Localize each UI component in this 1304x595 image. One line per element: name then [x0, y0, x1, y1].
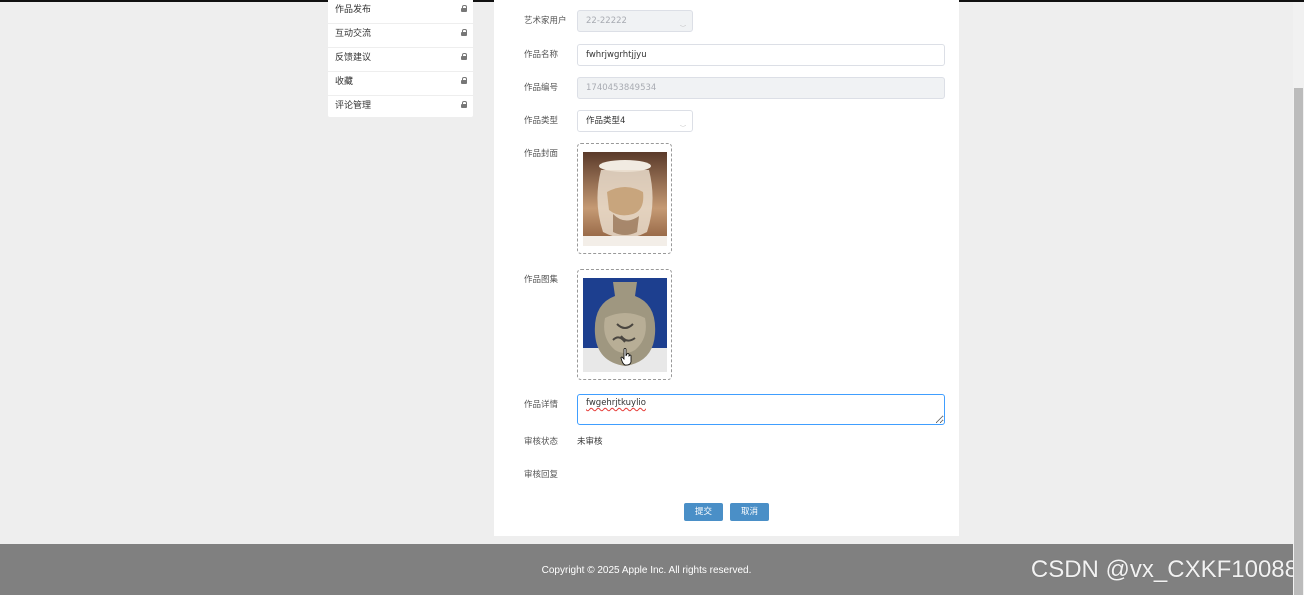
cancel-button[interactable]: 取消: [730, 503, 769, 521]
sidebar-item-comments[interactable]: 评论管理: [328, 96, 473, 119]
work-detail-textarea[interactable]: fwgehrjtkuylio: [577, 394, 945, 425]
lock-icon: [461, 101, 467, 109]
sidebar-menu: 作品发布 互动交流 反馈建议 收藏 评论管理: [328, 0, 473, 117]
work-cover-upload[interactable]: [577, 143, 672, 254]
scrollbar-thumb[interactable]: [1294, 88, 1303, 595]
work-gallery-upload[interactable]: [577, 269, 672, 380]
watermark-text: CSDN @vx_CXKF10088: [1030, 556, 1298, 583]
sidebar-item-favorites[interactable]: 收藏: [328, 72, 473, 96]
artist-user-value: 22-22222: [586, 16, 627, 26]
sidebar-item-feedback[interactable]: 反馈建议: [328, 48, 473, 72]
lock-icon: [461, 77, 467, 85]
work-name-value: fwhrjwgrhtjjyu: [586, 50, 647, 60]
chevron-down-icon: ⌵: [679, 123, 686, 129]
sidebar-item-interaction[interactable]: 互动交流: [328, 24, 473, 48]
sidebar-item-label: 反馈建议: [335, 53, 372, 63]
work-type-value: 作品类型4: [586, 116, 626, 126]
submit-button[interactable]: 提交: [684, 503, 723, 521]
lock-icon: [461, 29, 467, 37]
lock-icon: [461, 5, 467, 13]
work-type-select[interactable]: 作品类型4 ⌵: [577, 110, 693, 132]
review-status-value: 未审核: [577, 437, 603, 447]
cover-image: [583, 152, 667, 246]
vertical-scrollbar[interactable]: [1293, 2, 1304, 595]
work-name-input[interactable]: fwhrjwgrhtjjyu: [577, 44, 945, 66]
review-reply-label: 审核回复: [524, 470, 559, 480]
work-number-value: 1740453849534: [586, 83, 657, 93]
hand-cursor-icon: [620, 348, 632, 366]
sidebar-item-label: 收藏: [335, 77, 354, 87]
sidebar-item-label: 互动交流: [335, 29, 372, 39]
work-edit-form: 艺术家用户 22-22222 ⌵ 作品名称 fwhrjwgrhtjjyu 作品编…: [494, 0, 959, 536]
lock-icon: [461, 53, 467, 61]
sidebar-item-label: 作品发布: [335, 5, 372, 15]
chevron-down-icon: ⌵: [679, 23, 686, 29]
work-number-input: 1740453849534: [577, 77, 945, 99]
sidebar-item-label: 评论管理: [335, 101, 372, 111]
sidebar-item-publish[interactable]: 作品发布: [328, 0, 473, 24]
artist-user-select: 22-22222 ⌵: [577, 10, 693, 32]
